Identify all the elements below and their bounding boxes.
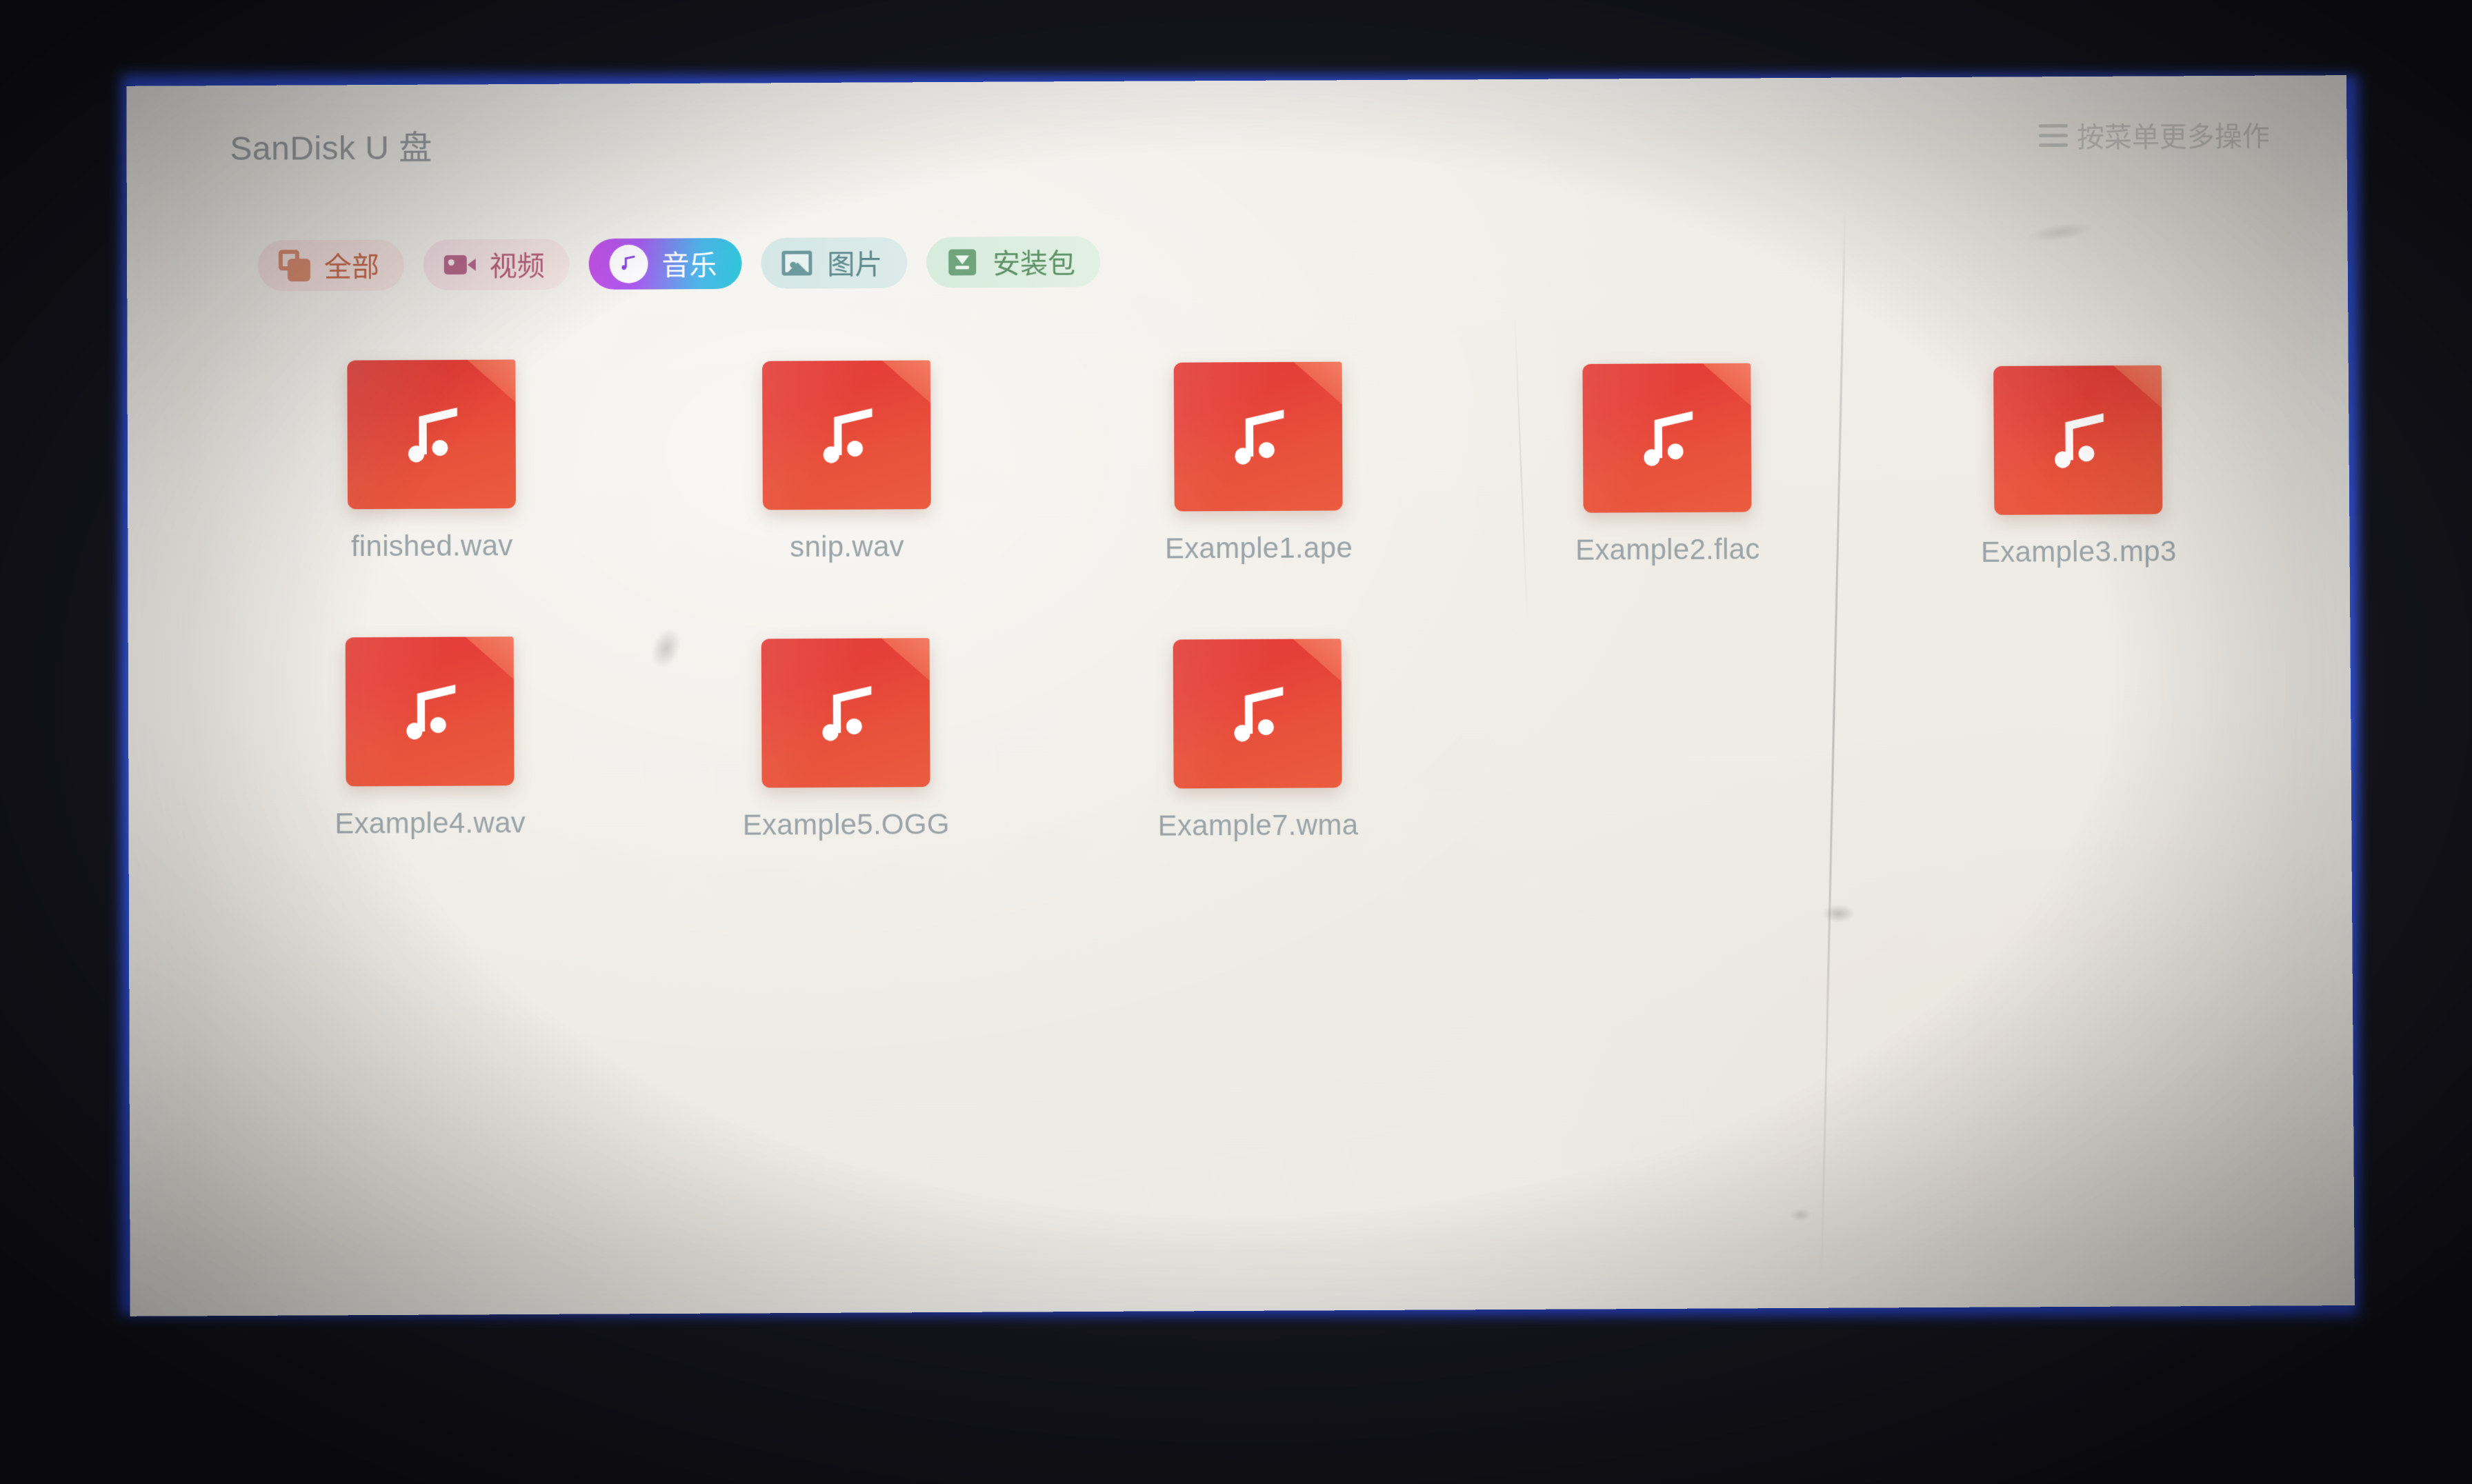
file-name: Example7.wma (1157, 808, 1359, 842)
filter-chip-all[interactable]: 全部 (257, 239, 404, 292)
app-header: SanDisk U 盘 按菜单更多操作 (126, 75, 2347, 189)
camcorder-icon (443, 249, 476, 281)
file-name: Example4.wav (335, 806, 526, 840)
filter-chip-package-label: 安装包 (993, 248, 1076, 280)
music-file-icon (761, 638, 930, 788)
image-icon (781, 248, 813, 279)
music-file-icon (1582, 363, 1751, 513)
hamburger-icon[interactable] (2038, 123, 2068, 147)
filter-chip-package[interactable]: 安装包 (926, 236, 1101, 288)
file-item[interactable]: Example2.flac (1460, 356, 1873, 568)
music-file-icon (346, 636, 515, 786)
download-box-icon (947, 246, 979, 278)
stacked-squares-icon (278, 250, 310, 282)
monitor-photo: SanDisk U 盘 按菜单更多操作 全部 视频 音乐 图片 安装包 fini… (0, 0, 2472, 1484)
panel-smudge (1822, 904, 1855, 923)
music-file-icon (762, 360, 931, 510)
music-file-icon (1174, 362, 1343, 512)
filter-chip-image[interactable]: 图片 (761, 237, 908, 289)
screen-panel: SanDisk U 盘 按菜单更多操作 全部 视频 音乐 图片 安装包 fini… (126, 75, 2355, 1316)
file-browser-app: SanDisk U 盘 按菜单更多操作 全部 视频 音乐 图片 安装包 fini… (126, 75, 2355, 1316)
panel-smudge (1790, 1208, 1811, 1221)
panel-smudge (2028, 220, 2092, 245)
file-item[interactable]: Example4.wav (223, 629, 637, 841)
filter-chip-video[interactable]: 视频 (423, 239, 570, 291)
file-name: Example2.flac (1575, 532, 1760, 566)
menu-hint-label: 按菜单更多操作 (2076, 121, 2270, 153)
file-item[interactable]: Example3.mp3 (1871, 358, 2285, 570)
file-item[interactable]: Example1.ape (1052, 354, 1465, 566)
file-grid: finished.wav snip.wav Example1.ape Examp… (223, 344, 2289, 842)
file-name: Example1.ape (1164, 531, 1353, 565)
music-file-icon (347, 359, 516, 509)
filter-chip-music[interactable]: 音乐 (588, 238, 742, 290)
filter-chip-video-label: 视频 (489, 251, 545, 282)
music-file-icon (1993, 365, 2162, 515)
file-name: finished.wav (350, 529, 513, 563)
filter-chip-image-label: 图片 (827, 250, 883, 281)
file-item[interactable]: snip.wav (640, 353, 1053, 565)
file-name: snip.wav (790, 530, 905, 563)
menu-hint[interactable]: 按菜单更多操作 (2038, 114, 2270, 156)
music-note-icon (609, 244, 648, 283)
filter-chip-music-label: 音乐 (661, 250, 717, 281)
filter-chip-row: 全部 视频 音乐 图片 安装包 (257, 236, 1101, 292)
file-item[interactable]: Example5.OGG (639, 630, 1053, 842)
file-name: Example3.mp3 (1980, 534, 2177, 568)
filter-chip-all-label: 全部 (323, 252, 379, 283)
file-item[interactable]: finished.wav (225, 352, 638, 564)
music-file-icon (1173, 639, 1342, 788)
file-item[interactable]: Example7.wma (1051, 631, 1465, 843)
page-title: SanDisk U 盘 (230, 130, 432, 168)
file-name: Example5.OGG (742, 808, 950, 841)
